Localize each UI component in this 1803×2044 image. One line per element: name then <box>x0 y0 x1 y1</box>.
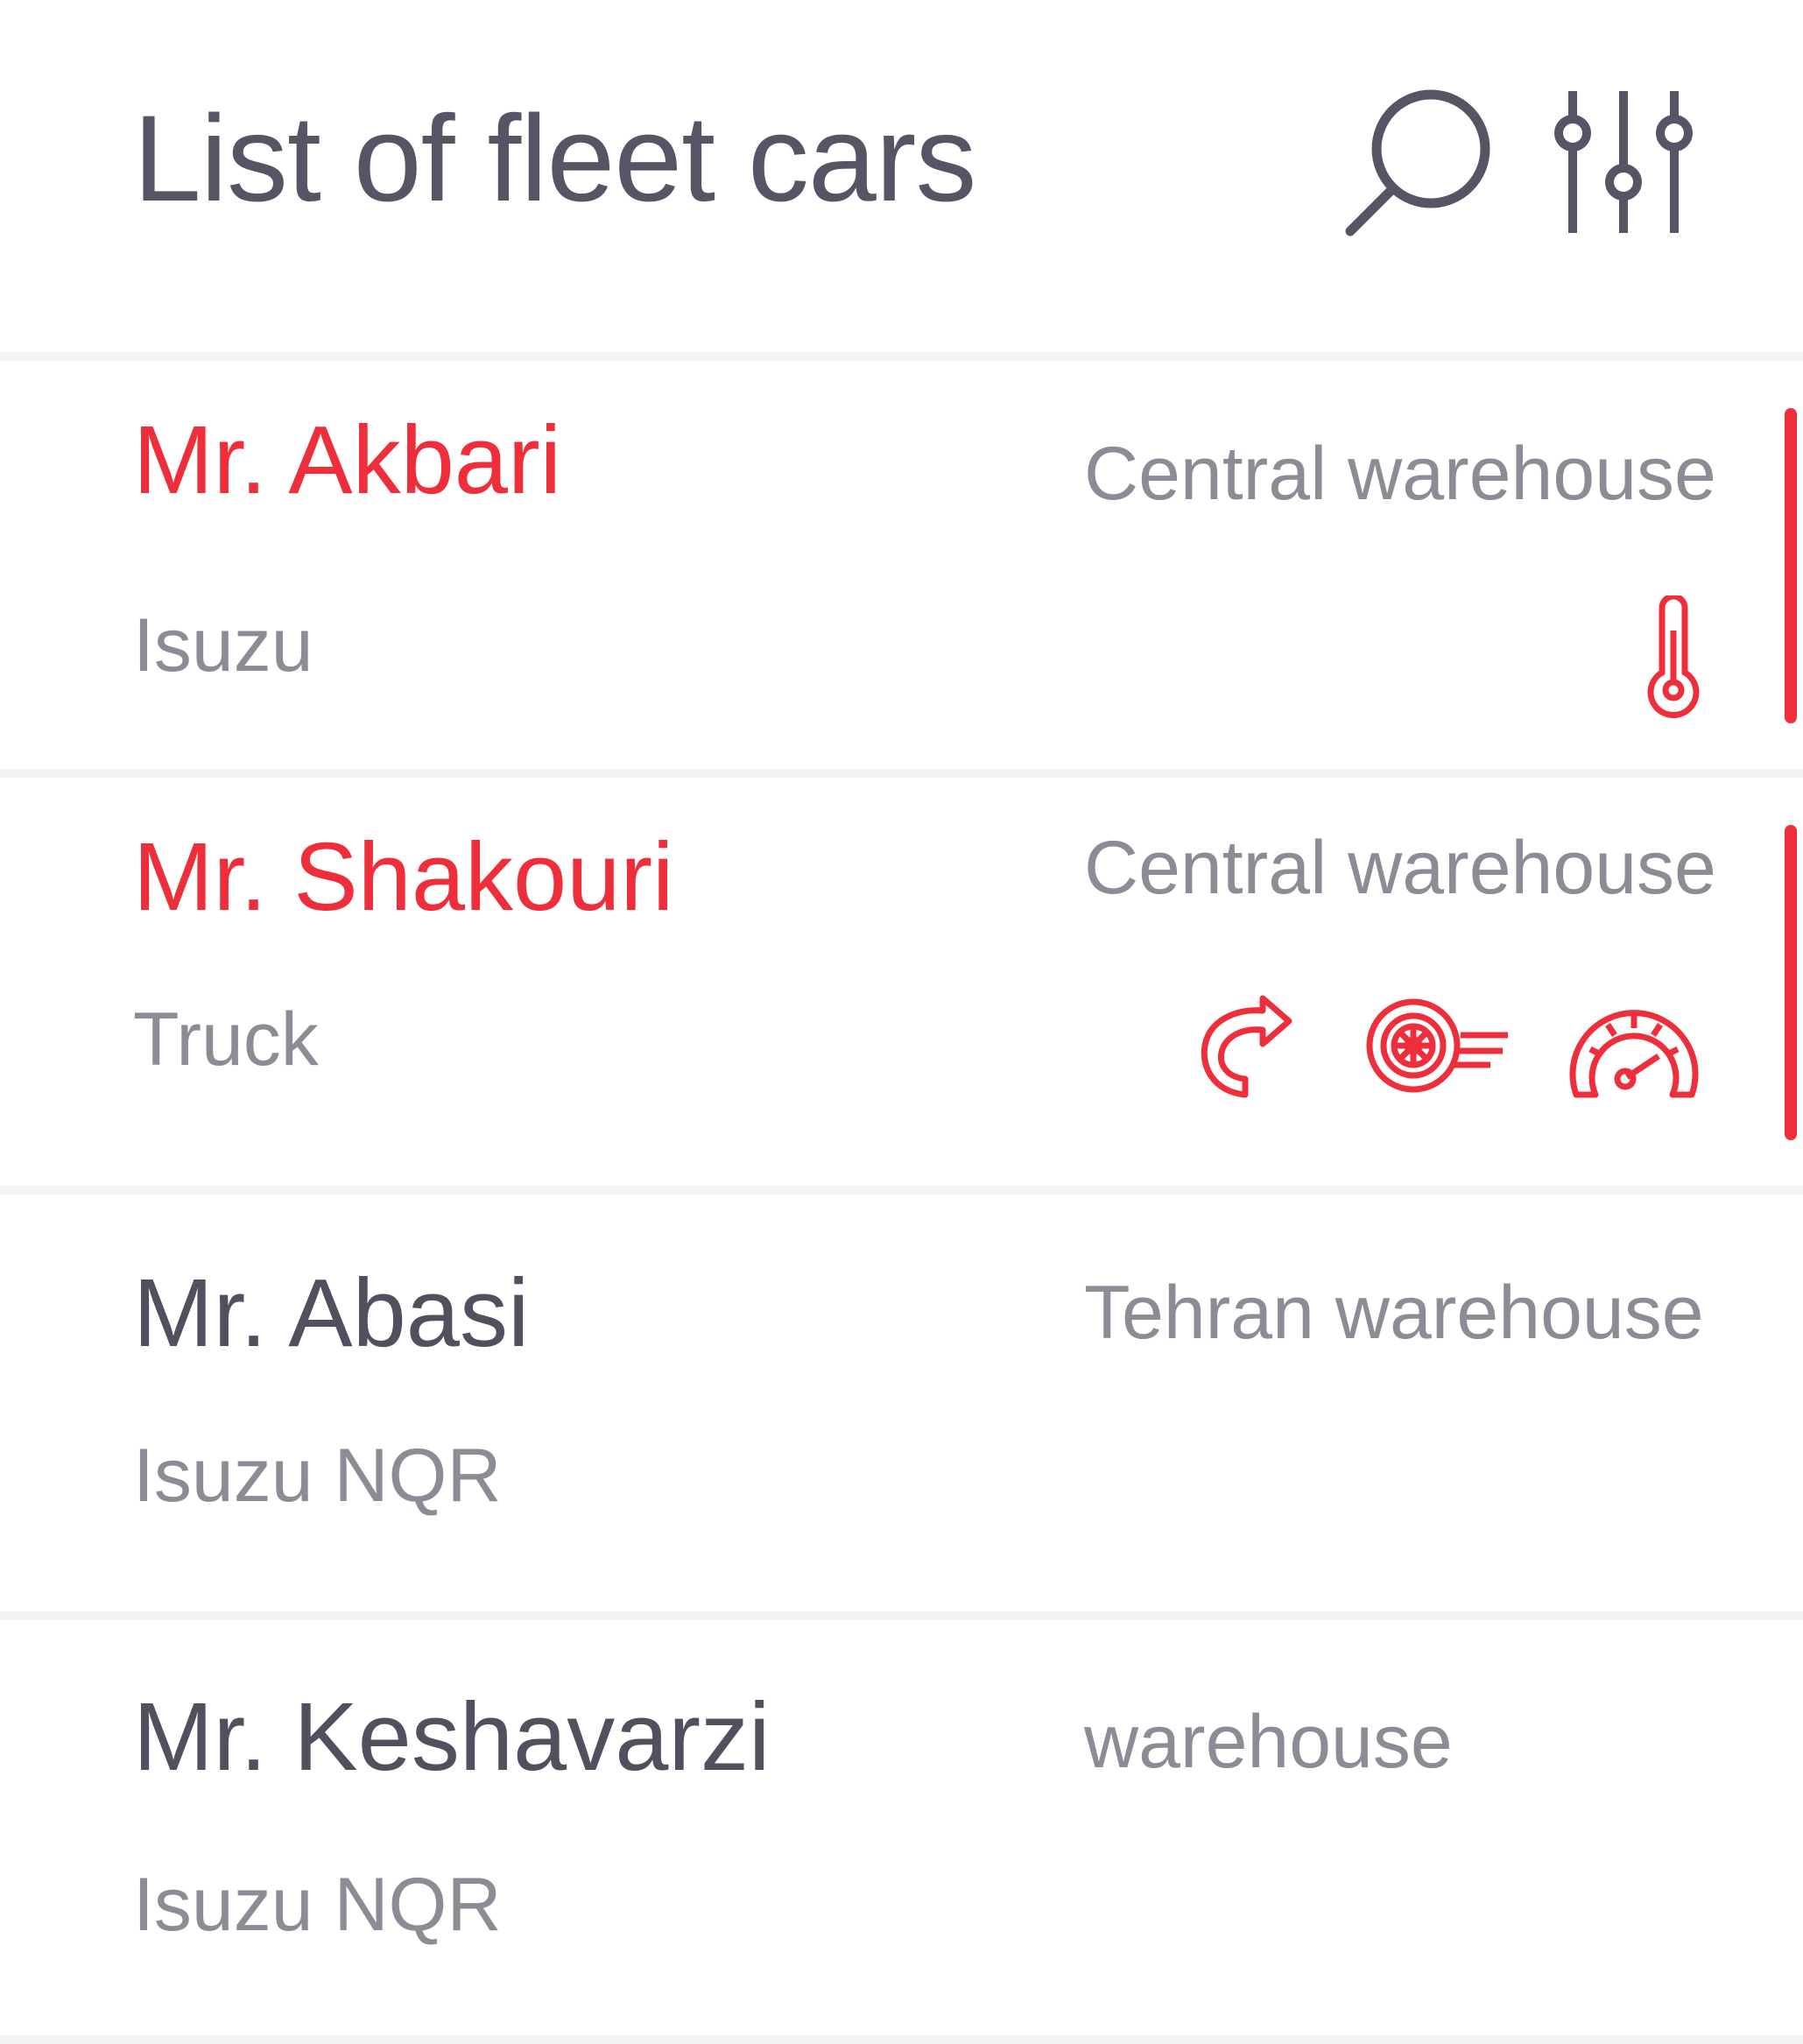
warehouse-label: Central warehouse <box>1084 826 1716 910</box>
driver-name: Mr. Keshavarzi <box>133 1683 771 1791</box>
divider <box>0 769 1803 778</box>
vehicle-model: Isuzu NQR <box>133 1434 502 1518</box>
vehicle-model: Isuzu NQR <box>133 1863 502 1947</box>
alert-indicator <box>1785 408 1797 723</box>
fleet-list-screen: List of fleet cars Mr. Akbari Central wa… <box>0 0 1803 2044</box>
vehicle-model: Isuzu <box>133 603 313 687</box>
turn-arrow-icon <box>1191 991 1296 1110</box>
car-list-item[interactable]: Mr. Shakouri Central warehouse Truck <box>0 778 1803 1186</box>
car-list-item[interactable]: Mr. Akbari Central warehouse Isuzu <box>0 361 1803 769</box>
driver-name: Mr. Abasi <box>133 1259 530 1367</box>
header: List of fleet cars <box>0 0 1803 352</box>
car-list-item[interactable]: Mr. Abasi Tehran warehouse Isuzu NQR <box>0 1195 1803 1611</box>
warehouse-label: Tehran warehouse <box>1084 1271 1704 1355</box>
divider <box>0 1611 1803 1620</box>
driver-name: Mr. Shakouri <box>133 823 674 931</box>
tire-speed-icon <box>1363 995 1511 1104</box>
speedometer-icon <box>1564 993 1704 1111</box>
page-title: List of fleet cars <box>133 89 976 227</box>
driver-name: Mr. Akbari <box>133 406 562 514</box>
divider <box>0 352 1803 361</box>
warehouse-label: Central warehouse <box>1084 432 1716 516</box>
divider <box>0 2035 1803 2044</box>
car-list-item[interactable]: Mr. Keshavarzi warehouse Isuzu NQR <box>0 1620 1803 2035</box>
divider <box>0 1186 1803 1195</box>
thermometer-icon <box>1643 593 1704 722</box>
warehouse-label: warehouse <box>1084 1700 1453 1784</box>
filter-sliders-icon[interactable] <box>1548 86 1706 243</box>
alert-indicator <box>1785 825 1797 1140</box>
vehicle-model: Truck <box>133 997 319 1082</box>
search-icon[interactable] <box>1338 86 1496 243</box>
